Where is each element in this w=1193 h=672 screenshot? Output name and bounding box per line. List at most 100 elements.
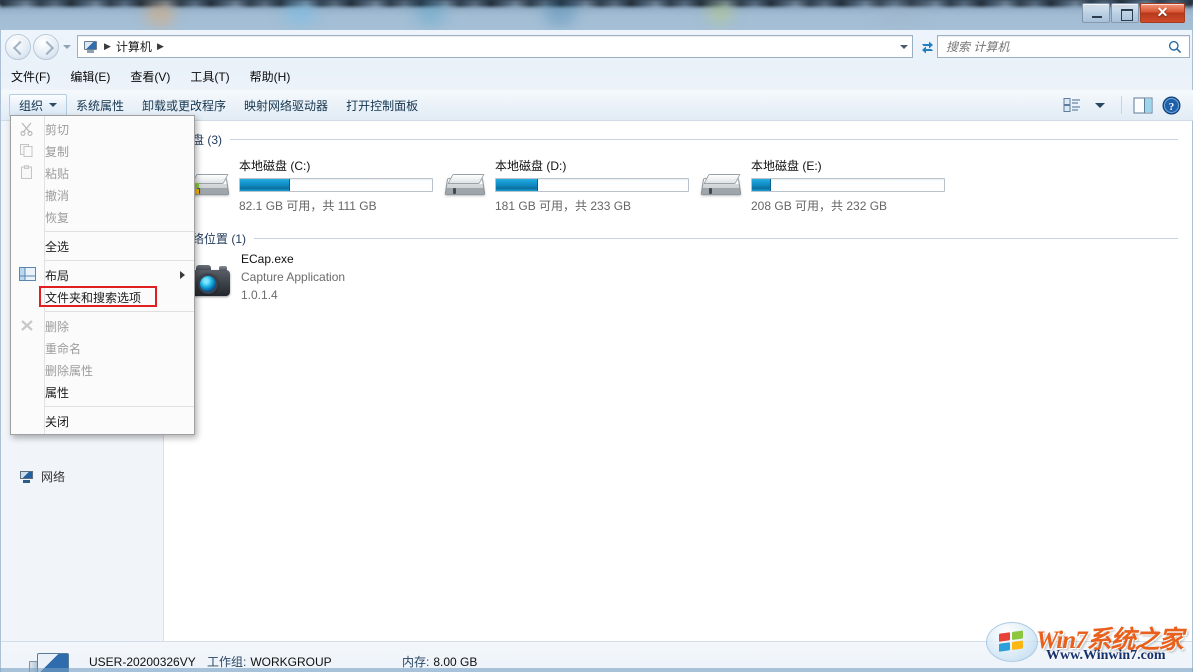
capacity-bar-fill bbox=[496, 179, 539, 191]
search-input[interactable] bbox=[946, 39, 1156, 54]
drive-free-space: 82.1 GB 可用，共 111 GB bbox=[239, 199, 377, 213]
capacity-bar-fill bbox=[240, 179, 290, 191]
menu-item-delete[interactable]: 删除 bbox=[11, 315, 194, 337]
menu-item-layout[interactable]: 布局 bbox=[11, 264, 194, 286]
menu-edit[interactable]: 编辑(E) bbox=[70, 68, 110, 85]
menu-item-label: 全选 bbox=[45, 239, 70, 254]
menu-item-label: 关闭 bbox=[45, 414, 70, 429]
menu-bar: 文件(F) 编辑(E) 查看(V) 工具(T) 帮助(H) bbox=[1, 65, 1193, 88]
capacity-bar-fill bbox=[752, 179, 772, 191]
toolbar-divider bbox=[1121, 96, 1122, 114]
drive-free-space: 181 GB 可用，共 233 GB bbox=[495, 199, 632, 213]
drive-free-space: 208 GB 可用，共 232 GB bbox=[751, 199, 888, 213]
app-description: Capture Application bbox=[241, 270, 346, 284]
recent-pages-dropdown[interactable] bbox=[61, 34, 74, 60]
menu-item-label: 重命名 bbox=[45, 341, 82, 356]
workgroup-label: 工作组: bbox=[207, 655, 247, 669]
menu-help[interactable]: 帮助(H) bbox=[250, 68, 291, 85]
menu-item-properties[interactable]: 属性 bbox=[11, 381, 194, 403]
breadcrumb-separator-icon-2[interactable]: ▶ bbox=[157, 42, 164, 51]
drive-name: 本地磁盘 (E:) bbox=[751, 159, 822, 173]
menu-item-cut[interactable]: 剪切 bbox=[11, 118, 194, 140]
drive-item-d[interactable]: 本地磁盘 (D:) 181 GB 可用，共 233 GB bbox=[444, 155, 689, 214]
search-box[interactable] bbox=[937, 35, 1190, 58]
menu-item-redo[interactable]: 恢复 bbox=[11, 206, 194, 228]
back-button[interactable] bbox=[5, 33, 31, 60]
memory-label: 内存: bbox=[402, 655, 430, 669]
chevron-down-icon[interactable] bbox=[895, 36, 912, 57]
app-item-ecap[interactable]: ECap.exe Capture Application 1.0.1.4 bbox=[188, 252, 345, 302]
map-network-drive-button[interactable]: 映射网络驱动器 bbox=[235, 94, 337, 117]
menu-tools[interactable]: 工具(T) bbox=[190, 68, 229, 85]
menu-item-label: 复制 bbox=[45, 144, 70, 159]
menu-divider bbox=[45, 231, 194, 232]
drive-item-c[interactable]: 本地磁盘 (C:) 82.1 GB 可用，共 111 GB bbox=[188, 155, 433, 214]
section-header-network-location: 网络位置 (1) bbox=[164, 228, 1192, 248]
hard-drive-icon bbox=[444, 169, 486, 205]
chevron-down-icon bbox=[49, 103, 58, 107]
scissors-icon bbox=[19, 121, 37, 137]
address-bar[interactable]: ▶ 计算机 ▶ bbox=[77, 35, 913, 58]
menu-item-select-all[interactable]: 全选 bbox=[11, 235, 194, 257]
copy-icon bbox=[19, 143, 37, 159]
section-header-hard-disks: 硬盘 (3) bbox=[164, 129, 1192, 149]
preview-pane-icon[interactable] bbox=[1130, 93, 1156, 117]
navigation-buttons bbox=[5, 33, 74, 60]
window-bottom-edge bbox=[0, 668, 1193, 672]
menu-item-label: 文件夹和搜索选项 bbox=[45, 290, 142, 305]
title-bar: ✕ bbox=[0, 0, 1193, 30]
search-icon bbox=[1168, 40, 1182, 53]
window-controls: ✕ bbox=[1081, 2, 1185, 23]
menu-item-label: 粘贴 bbox=[45, 166, 70, 181]
menu-item-copy[interactable]: 复制 bbox=[11, 140, 194, 162]
windows-logo-icon bbox=[986, 622, 1038, 662]
chevron-right-icon bbox=[180, 271, 185, 279]
drive-item-e[interactable]: 本地磁盘 (E:) 208 GB 可用，共 232 GB bbox=[700, 155, 945, 214]
toolbar-right-icons: ? bbox=[1059, 93, 1193, 117]
view-mode-icon[interactable] bbox=[1059, 93, 1085, 117]
paste-icon bbox=[19, 165, 37, 181]
menu-item-paste[interactable]: 粘贴 bbox=[11, 162, 194, 184]
uninstall-change-program-button[interactable]: 卸载或更改程序 bbox=[133, 94, 235, 117]
computer-icon bbox=[82, 39, 99, 55]
drive-name: 本地磁盘 (D:) bbox=[495, 159, 567, 173]
workgroup-value: WORKGROUP bbox=[250, 655, 332, 669]
menu-item-folder-and-search-options[interactable]: 文件夹和搜索选项 bbox=[11, 286, 194, 308]
breadcrumb-computer[interactable]: 计算机 bbox=[116, 38, 152, 55]
close-button[interactable]: ✕ bbox=[1140, 2, 1185, 23]
computer-icon bbox=[19, 470, 35, 484]
menu-item-label: 剪切 bbox=[45, 122, 70, 137]
menu-divider bbox=[45, 260, 194, 261]
maximize-button[interactable] bbox=[1111, 2, 1139, 23]
menu-file[interactable]: 文件(F) bbox=[11, 68, 50, 85]
close-icon: ✕ bbox=[1156, 5, 1169, 21]
menu-view[interactable]: 查看(V) bbox=[130, 68, 170, 85]
minimize-button[interactable] bbox=[1082, 2, 1110, 23]
menu-item-label: 删除 bbox=[45, 319, 70, 334]
menu-item-label: 删除属性 bbox=[45, 363, 94, 378]
site-watermark: Win7系统之家 Www.Winwin7.com bbox=[984, 618, 1187, 668]
layout-icon bbox=[19, 267, 37, 283]
sidebar-item-network[interactable]: 网络 bbox=[19, 468, 65, 485]
forward-button[interactable] bbox=[33, 33, 59, 60]
help-icon[interactable]: ? bbox=[1158, 93, 1184, 117]
network-location-list: ECap.exe Capture Application 1.0.1.4 bbox=[164, 248, 1192, 302]
refresh-button[interactable] bbox=[915, 35, 937, 58]
system-properties-button[interactable]: 系统属性 bbox=[67, 94, 133, 117]
organize-dropdown-menu: 剪切 复制 粘贴 撤消 恢复 全选 布局 文件夹和搜索选项 删除 重命名 删除属… bbox=[10, 115, 195, 435]
open-control-panel-button[interactable]: 打开控制面板 bbox=[337, 94, 427, 117]
watermark-url: Www.Winwin7.com bbox=[1046, 648, 1166, 663]
delete-x-icon bbox=[19, 318, 37, 334]
menu-item-rename[interactable]: 重命名 bbox=[11, 337, 194, 359]
section-divider bbox=[230, 138, 1178, 140]
memory-value: 8.00 GB bbox=[433, 655, 478, 669]
menu-item-remove-properties[interactable]: 删除属性 bbox=[11, 359, 194, 381]
drive-list: 本地磁盘 (C:) 82.1 GB 可用，共 111 GB 本地磁盘 (D:) … bbox=[164, 149, 1192, 214]
sidebar-item-label: 网络 bbox=[41, 470, 66, 484]
menu-item-close[interactable]: 关闭 bbox=[11, 410, 194, 432]
menu-item-undo[interactable]: 撤消 bbox=[11, 184, 194, 206]
organize-button[interactable]: 组织 bbox=[9, 93, 68, 117]
refresh-icon bbox=[922, 41, 933, 54]
chevron-down-icon[interactable] bbox=[1087, 93, 1113, 117]
menu-item-label: 撤消 bbox=[45, 188, 70, 203]
